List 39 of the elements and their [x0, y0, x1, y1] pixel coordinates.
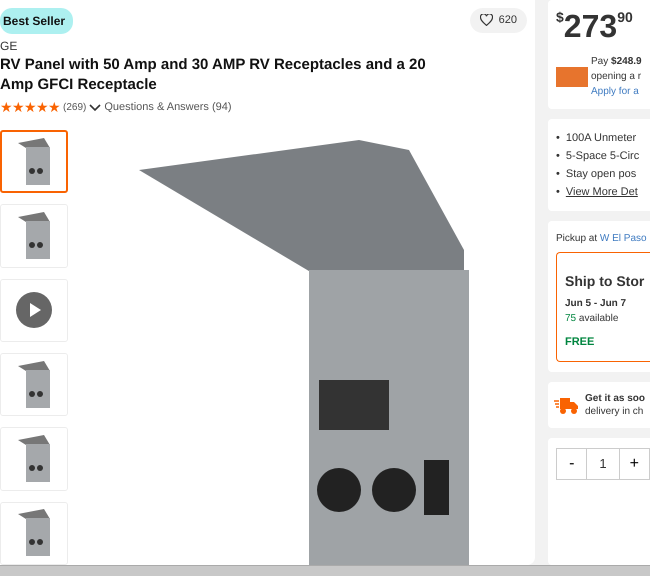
heart-icon [480, 14, 493, 26]
increase-quantity-button[interactable]: + [618, 448, 650, 480]
questions-answers-link[interactable]: Questions & Answers (94) [104, 99, 232, 116]
feature-text: 100A Unmeter [566, 131, 636, 146]
pickup-location: Pickup at W El Paso [556, 232, 648, 246]
thumbnail[interactable] [0, 130, 68, 194]
view-more-link[interactable]: View More Det [566, 183, 638, 201]
promo-text: opening a r [591, 70, 642, 84]
review-count[interactable]: (269) [63, 100, 86, 115]
delivery-subtitle: delivery in ch [585, 404, 644, 418]
horizontal-scrollbar[interactable] [0, 565, 650, 576]
product-title: RV Panel with 50 Amp and 30 AMP RV Receptacles and a 20 Amp GFCI Receptacle [0, 55, 427, 95]
stock-availability: 75 available [565, 312, 620, 326]
chevron-down-icon[interactable] [89, 104, 102, 112]
shipping-price: FREE [565, 335, 596, 350]
quantity-field[interactable]: 1 [587, 448, 619, 480]
bullet: • [556, 149, 560, 164]
decrease-quantity-button[interactable]: - [556, 448, 588, 480]
delivery-title: Get it as soo [585, 392, 646, 404]
play-icon [16, 292, 52, 328]
option-title: Ship to Stor [565, 272, 646, 291]
ship-to-store-option[interactable]: Ship to Stor Jun 5 - Jun 7 75 available FREE [556, 252, 650, 362]
delivery-dates: Jun 5 - Jun 7 [565, 297, 628, 311]
bullet: • [556, 131, 560, 146]
best-seller-badge: Best Seller [0, 8, 74, 34]
feature-text: Stay open pos [566, 167, 636, 182]
apply-link[interactable]: Apply for a [591, 86, 639, 97]
feature-text: 5-Space 5-Circ [566, 149, 640, 164]
promo-text: Pay $248.9 [591, 55, 642, 69]
star-icon: ★ [0, 99, 12, 115]
star-icon: ★ [36, 99, 48, 115]
star-icon: ★ [12, 99, 24, 115]
brand-name: GE [0, 38, 18, 55]
favorite-button[interactable]: 620 [470, 8, 527, 32]
bullet: • [556, 185, 560, 200]
bullet: • [556, 167, 560, 182]
credit-card-photo [556, 66, 588, 86]
star-icon: ★ [24, 99, 36, 115]
star-icon: ★ [48, 99, 60, 115]
